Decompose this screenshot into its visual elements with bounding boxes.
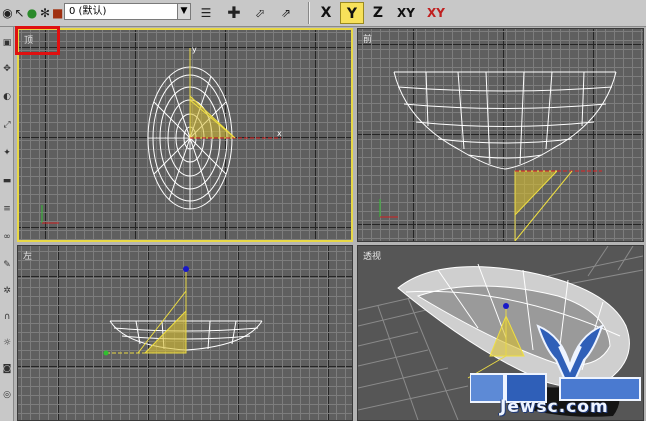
pencil-icon[interactable]: ✎ — [1, 259, 13, 271]
dish-wireframe-front — [393, 71, 617, 170]
axis-xy-button[interactable]: XY — [392, 2, 420, 24]
front-view-drawing — [379, 71, 617, 241]
display-icon[interactable]: ▬ — [1, 175, 13, 187]
gizmo-z-handle-persp[interactable] — [503, 303, 509, 309]
gear-icon[interactable]: ✲ — [1, 285, 13, 297]
command-strip: ▣ ✥ ◐ ⤢ ✦ ▬ ≡ ∞ ✎ ✲ ∩ ☼ ◙ ◎ — [0, 27, 14, 421]
select-icon[interactable]: ▣ — [1, 37, 13, 49]
annotation-highlight-box — [15, 26, 60, 55]
viewport-top[interactable]: 顶 x y — [17, 28, 353, 242]
axis-xy-cycle-button[interactable]: XY — [423, 2, 449, 24]
link-icon[interactable]: ∞ — [1, 231, 13, 243]
viewport-left[interactable]: 左 — [17, 245, 353, 421]
toolbar-separator — [308, 2, 310, 24]
logo-box-icon — [470, 373, 505, 403]
viewport-front[interactable]: 前 — [357, 28, 644, 242]
render-icon[interactable]: ◎ — [1, 389, 13, 401]
axis-y-button[interactable]: Y — [340, 2, 364, 24]
hierarchy-icon[interactable]: ≡ — [1, 203, 13, 215]
magnet-icon[interactable]: ∩ — [1, 311, 13, 323]
layer-dropdown[interactable]: 0 (默认) — [64, 3, 178, 20]
gizmo-x-label: x — [277, 129, 282, 138]
layer-name: 0 (默认) — [69, 6, 107, 17]
select-layer-icon[interactable]: ⬀ — [252, 4, 268, 22]
cursor-icon[interactable]: ↖ — [14, 4, 25, 22]
gizmo-z-handle-left[interactable] — [183, 266, 189, 272]
gizmo-y-label: y — [192, 45, 197, 54]
rotate-icon[interactable]: ◐ — [1, 91, 13, 103]
pin-icon[interactable]: ✦ — [1, 147, 13, 159]
main-toolbar: ◉ ↖ ● ✻ ■ 0 (默认) ▼ ☰ ✚ ⬀ ⇗ X Y Z XY XY — [0, 0, 646, 27]
left-view-drawing — [103, 266, 263, 356]
top-view-drawing: x y — [41, 45, 282, 224]
move-icon[interactable]: ✥ — [1, 63, 13, 75]
axis-z-button[interactable]: Z — [366, 2, 390, 24]
axis-x-button[interactable]: X — [314, 2, 338, 24]
eye-icon[interactable]: ◉ — [2, 4, 13, 22]
snowflake-icon[interactable]: ✻ — [40, 4, 50, 22]
gizmo-y-handle-left[interactable] — [103, 350, 109, 356]
camera-icon[interactable]: ◙ — [1, 363, 13, 375]
wing-emblem-icon — [536, 324, 604, 383]
plus-icon[interactable]: ✚ — [226, 4, 242, 22]
scale-icon[interactable]: ⤢ — [1, 119, 13, 131]
teapot-icon[interactable]: ● — [26, 4, 38, 22]
layers-icon[interactable]: ☰ — [198, 4, 214, 22]
app-window: ◉ ↖ ● ✻ ■ 0 (默认) ▼ ☰ ✚ ⬀ ⇗ X Y Z XY XY ▣… — [0, 0, 646, 421]
light-icon[interactable]: ☼ — [1, 337, 13, 349]
watermark-text: Jewsc.com — [500, 397, 609, 417]
gizmo-plane-front[interactable] — [514, 170, 559, 217]
color-swatch-icon[interactable]: ■ — [52, 4, 63, 22]
chevron-down-icon[interactable]: ▼ — [177, 3, 191, 20]
highlight-layer-icon[interactable]: ⇗ — [278, 4, 294, 22]
